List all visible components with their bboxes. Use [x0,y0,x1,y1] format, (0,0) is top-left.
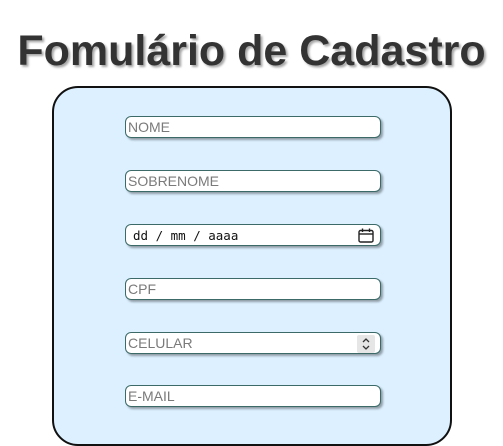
celular-placeholder: CELULAR [128,335,193,351]
calendar-icon[interactable] [358,228,374,243]
sobrenome-input[interactable]: SOBRENOME [125,170,381,192]
birthdate-input[interactable]: dd / mm / aaaa [125,224,381,246]
celular-input[interactable]: CELULAR [125,332,381,354]
spinner-arrows-icon[interactable] [357,335,375,353]
email-input[interactable]: E-MAIL [125,385,381,407]
cpf-placeholder: CPF [128,281,156,297]
nome-placeholder: NOME [128,119,170,135]
birthdate-value: dd / mm / aaaa [133,227,239,243]
nome-input[interactable]: NOME [125,116,381,138]
cpf-input[interactable]: CPF [125,278,381,300]
page-title: Fomulário de Cadastro [17,26,486,75]
sobrenome-placeholder: SOBRENOME [128,173,220,189]
email-placeholder: E-MAIL [128,388,175,404]
